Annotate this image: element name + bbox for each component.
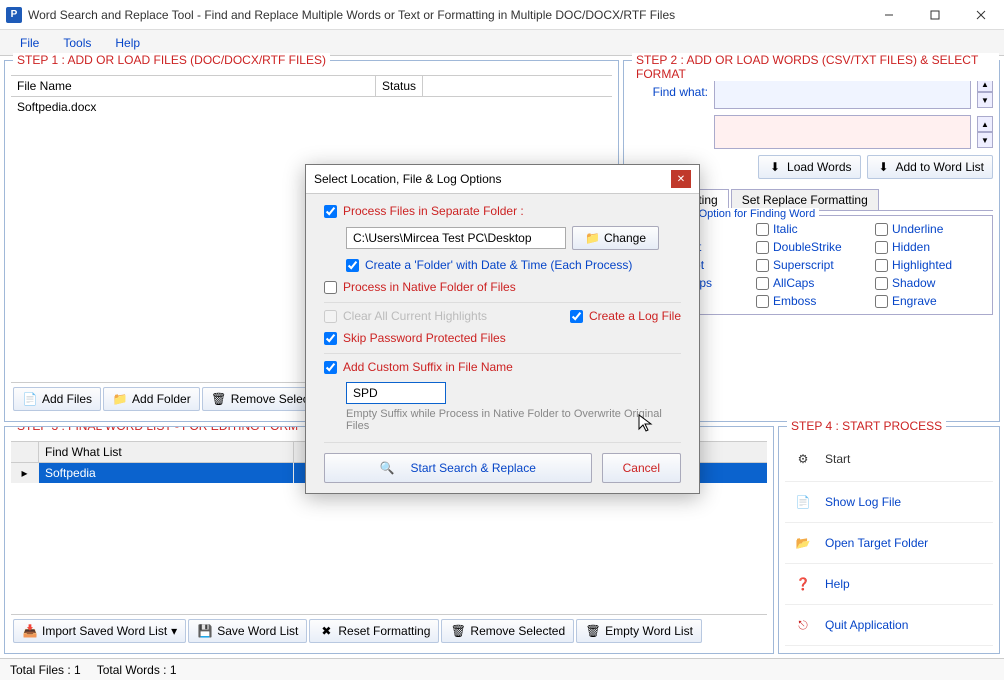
fmt-italic[interactable]: Italic xyxy=(756,222,867,236)
suffix-input[interactable] xyxy=(346,382,446,404)
add-to-word-list-button[interactable]: ⬇Add to Word List xyxy=(867,155,994,179)
reset-formatting-button[interactable]: ✖Reset Formatting xyxy=(309,619,439,643)
fmt-allcaps[interactable]: AllCaps xyxy=(756,276,867,290)
folder-open-icon: 📂 xyxy=(791,531,815,555)
log-icon: 📄 xyxy=(791,490,815,514)
load-words-button[interactable]: ⬇Load Words xyxy=(758,155,860,179)
skip-password-label: Skip Password Protected Files xyxy=(343,331,506,345)
dialog-title: Select Location, File & Log Options xyxy=(314,172,501,186)
reset-icon: ✖ xyxy=(318,623,334,639)
help-button[interactable]: ❓Help xyxy=(785,564,993,605)
tab-replace-formatting[interactable]: Set Replace Formatting xyxy=(731,189,879,210)
step3-toolbar: 📥Import Saved Word List ▾ 💾Save Word Lis… xyxy=(11,614,767,647)
empty-icon: 🗑 xyxy=(585,623,601,639)
step1-title: STEP 1 : ADD OR LOAD FILES (DOC/DOCX/RTF… xyxy=(13,53,330,67)
clear-highlights-label: Clear All Current Highlights xyxy=(343,309,487,323)
row-selector[interactable]: ▸ xyxy=(11,463,39,483)
cell-find: Softpedia xyxy=(39,463,294,483)
menu-tools[interactable]: Tools xyxy=(51,32,103,54)
add-folder-button[interactable]: 📁Add Folder xyxy=(103,387,200,411)
add-icon: ⬇ xyxy=(876,159,892,175)
replace-input[interactable] xyxy=(714,115,971,149)
col-status[interactable]: Status xyxy=(376,76,423,96)
gear-icon: ⚙ xyxy=(791,447,815,471)
add-files-button[interactable]: 📄Add Files xyxy=(13,387,101,411)
app-icon: P xyxy=(6,7,22,23)
show-log-button[interactable]: 📄Show Log File xyxy=(785,482,993,523)
file-table-header: File Name Status xyxy=(11,75,612,97)
import-icon: ⬇ xyxy=(767,159,783,175)
exit-icon: ⎋ xyxy=(791,613,815,637)
fmt-shadow[interactable]: Shadow xyxy=(875,276,986,290)
fmt-engrave[interactable]: Engrave xyxy=(875,294,986,308)
fmt-superscript[interactable]: Superscript xyxy=(756,258,867,272)
cell-filename: Softpedia.docx xyxy=(11,97,376,117)
start-button[interactable]: ⚙Start xyxy=(785,437,993,482)
col-filename[interactable]: File Name xyxy=(11,76,376,96)
empty-word-list-button[interactable]: 🗑Empty Word List xyxy=(576,619,702,643)
close-button[interactable] xyxy=(958,0,1004,30)
col-find-what[interactable]: Find What List xyxy=(39,442,294,462)
start-search-replace-button[interactable]: 🔍 Start Search & Replace xyxy=(324,453,592,483)
add-suffix-checkbox[interactable] xyxy=(324,361,337,374)
import-word-list-button[interactable]: 📥Import Saved Word List ▾ xyxy=(13,619,186,643)
fmt-doublestrike[interactable]: DoubleStrike xyxy=(756,240,867,254)
window-title: Word Search and Replace Tool - Find and … xyxy=(28,8,866,22)
save-word-list-button[interactable]: 💾Save Word List xyxy=(188,619,307,643)
dialog-close-button[interactable]: ✕ xyxy=(671,170,691,188)
cancel-button[interactable]: Cancel xyxy=(602,453,681,483)
search-icon: 🔍 xyxy=(380,461,395,475)
minimize-button[interactable] xyxy=(866,0,912,30)
find-what-label: Find what: xyxy=(630,85,708,99)
folder-icon: 📁 xyxy=(112,391,128,407)
add-file-icon: 📄 xyxy=(22,391,38,407)
folder-icon: 📁 xyxy=(585,231,600,245)
create-dated-folder-label: Create a 'Folder' with Date & Time (Each… xyxy=(365,258,632,272)
process-separate-checkbox[interactable] xyxy=(324,205,337,218)
fmt-emboss[interactable]: Emboss xyxy=(756,294,867,308)
import-icon: 📥 xyxy=(22,623,38,639)
change-folder-button[interactable]: 📁Change xyxy=(572,226,659,250)
fmt-hidden[interactable]: Hidden xyxy=(875,240,986,254)
step2-title: STEP 2 : ADD OR LOAD WORDS (CSV/TXT FILE… xyxy=(632,53,999,81)
menu-help[interactable]: Help xyxy=(103,32,152,54)
fmt-highlighted[interactable]: Highlighted xyxy=(875,258,986,272)
remove-selected-button[interactable]: 🗑Remove Selected xyxy=(441,619,574,643)
process-separate-label: Process Files in Separate Folder : xyxy=(343,204,524,218)
menu-file[interactable]: File xyxy=(8,32,51,54)
find-down-button[interactable]: ▼ xyxy=(977,92,993,108)
status-total-files: Total Files : 1 xyxy=(10,663,81,677)
clear-highlights-checkbox xyxy=(324,310,337,323)
table-row[interactable]: Softpedia.docx xyxy=(11,97,612,117)
titlebar: P Word Search and Replace Tool - Find an… xyxy=(0,0,1004,30)
status-total-words: Total Words : 1 xyxy=(97,663,177,677)
add-suffix-label: Add Custom Suffix in File Name xyxy=(343,360,513,374)
maximize-button[interactable] xyxy=(912,0,958,30)
step3-title: STEP 3 : FINAL WORD LIST - FOR EDITING F… xyxy=(13,426,302,433)
suffix-hint: Empty Suffix while Process in Native Fol… xyxy=(346,408,681,432)
step4-panel: STEP 4 : START PROCESS ⚙Start 📄Show Log … xyxy=(778,426,1000,654)
create-dated-folder-checkbox[interactable] xyxy=(346,259,359,272)
folder-path-input[interactable] xyxy=(346,227,566,249)
process-native-checkbox[interactable] xyxy=(324,281,337,294)
remove-icon: 🗑 xyxy=(450,623,466,639)
cell-status xyxy=(376,97,388,117)
replace-down-button[interactable]: ▼ xyxy=(977,132,993,148)
skip-password-checkbox[interactable] xyxy=(324,332,337,345)
remove-icon: 🗑 xyxy=(211,391,227,407)
step4-title: STEP 4 : START PROCESS xyxy=(787,419,946,433)
statusbar: Total Files : 1 Total Words : 1 xyxy=(0,658,1004,680)
options-dialog: Select Location, File & Log Options ✕ Pr… xyxy=(305,164,700,494)
fmt-underline[interactable]: Underline xyxy=(875,222,986,236)
create-log-checkbox[interactable] xyxy=(570,310,583,323)
save-icon: 💾 xyxy=(197,623,213,639)
create-log-label: Create a Log File xyxy=(589,309,681,323)
quit-button[interactable]: ⎋Quit Application xyxy=(785,605,993,646)
replace-up-button[interactable]: ▲ xyxy=(977,116,993,132)
help-icon: ❓ xyxy=(791,572,815,596)
process-native-label: Process in Native Folder of Files xyxy=(343,280,516,294)
open-target-button[interactable]: 📂Open Target Folder xyxy=(785,523,993,564)
